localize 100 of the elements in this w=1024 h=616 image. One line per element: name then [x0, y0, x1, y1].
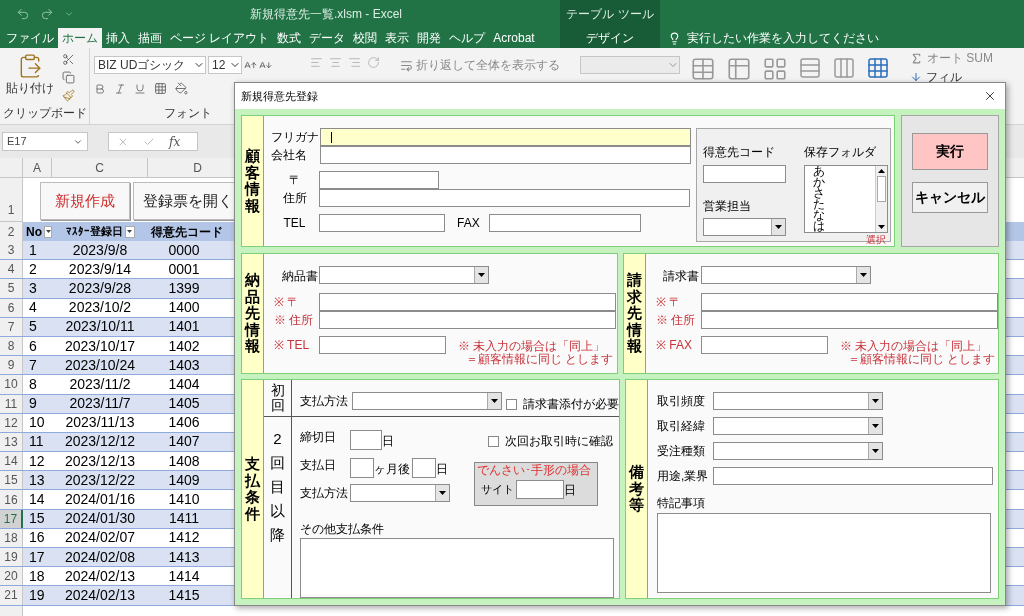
list-item[interactable]: か [813, 177, 875, 188]
ribbon-tab[interactable]: 校閲 [349, 28, 382, 48]
text-field[interactable] [350, 430, 382, 450]
text-area[interactable] [657, 513, 991, 593]
row-header[interactable]: 1 [0, 178, 23, 222]
row-header[interactable]: 15 [0, 471, 23, 490]
border-icon[interactable] [154, 82, 167, 95]
row-header[interactable]: 16 [0, 490, 23, 509]
row-header[interactable]: 3 [0, 241, 23, 260]
scissors-icon[interactable] [62, 53, 75, 66]
function-button[interactable]: fx [169, 132, 181, 151]
column-header[interactable]: A [23, 158, 52, 177]
align-middle-icon[interactable] [329, 56, 342, 69]
dropdown-button[interactable] [868, 393, 882, 409]
tell-me-field[interactable]: 実行したい作業を入力してください [668, 28, 879, 48]
ribbon-tab[interactable]: 挿入 [102, 28, 134, 48]
text-field[interactable] [701, 336, 828, 354]
dropdown-button[interactable] [487, 393, 501, 409]
text-field[interactable] [703, 165, 786, 183]
text-field[interactable] [701, 311, 998, 329]
row-header[interactable]: 5 [0, 279, 23, 298]
row-header[interactable]: 14 [0, 452, 23, 471]
ribbon-tab[interactable]: デザイン [560, 28, 660, 48]
bold-icon[interactable] [94, 82, 106, 95]
text-field[interactable] [319, 189, 690, 207]
column-header[interactable]: C [52, 158, 148, 177]
underline-icon[interactable] [134, 82, 146, 95]
scrollbar[interactable] [875, 166, 887, 232]
run-button[interactable]: 実行 [912, 133, 989, 170]
filter-button[interactable] [124, 225, 135, 238]
text-field[interactable] [320, 128, 691, 146]
text-field[interactable] [350, 458, 374, 478]
fill-color-icon[interactable] [175, 82, 188, 95]
text-field[interactable] [319, 171, 439, 189]
brush-icon[interactable] [62, 89, 75, 102]
dropdown-button[interactable] [435, 485, 449, 501]
ribbon-tab[interactable]: ページ レイアウト [166, 28, 274, 48]
copy-icon[interactable] [62, 71, 75, 84]
table-icon[interactable] [726, 56, 752, 82]
close-icon[interactable] [983, 89, 997, 103]
list-item[interactable]: た [813, 199, 875, 210]
text-field[interactable] [516, 480, 564, 499]
table-icon[interactable] [690, 56, 716, 82]
ribbon-tab[interactable]: 描画 [134, 28, 166, 48]
undo-icon[interactable] [16, 7, 30, 21]
ribbon-tab[interactable]: 表示 [381, 28, 414, 48]
align-top-icon[interactable] [310, 56, 323, 69]
grid-icon[interactable] [762, 56, 788, 82]
text-field[interactable] [319, 311, 616, 329]
redo-icon[interactable] [40, 7, 54, 21]
dropdown-button[interactable] [474, 267, 488, 283]
cancel-button[interactable]: キャンセル [912, 182, 989, 213]
ribbon-tab[interactable]: ファイル [2, 28, 58, 48]
row-header[interactable]: 2 [0, 222, 23, 241]
customize-icon[interactable] [64, 9, 74, 19]
ribbon-tab[interactable]: 開発 [413, 28, 446, 48]
row-header[interactable]: 19 [0, 548, 23, 567]
autosum-button[interactable]: オート SUM [910, 49, 993, 67]
font-name-dropdown[interactable]: BIZ UDゴシック [94, 56, 206, 74]
checkbox[interactable] [488, 435, 499, 447]
text-field[interactable] [713, 467, 993, 485]
wrap-text-button[interactable]: 折り返して全体を表示する [400, 56, 560, 74]
text-field[interactable] [320, 146, 691, 164]
ribbon-tab[interactable]: データ [305, 28, 350, 48]
ribbon-tab[interactable]: 数式 [273, 28, 306, 48]
text-field[interactable] [319, 214, 445, 232]
list-box[interactable]: あ か さ た な は [804, 165, 888, 233]
text-field[interactable] [701, 293, 998, 311]
dropdown-button[interactable] [868, 443, 882, 459]
row-header[interactable]: 9 [0, 356, 23, 375]
columns-icon[interactable] [832, 56, 856, 80]
paste-button[interactable]: 貼り付け [6, 53, 54, 104]
font-size-dropdown[interactable]: 12 [208, 56, 242, 74]
dropdown-button[interactable] [868, 418, 882, 434]
fill-button[interactable]: フィル [910, 68, 993, 86]
checkbox[interactable] [506, 398, 517, 410]
ribbon-tab[interactable]: ホーム [58, 28, 102, 48]
sheet-button[interactable]: 新規作成 [40, 182, 130, 220]
name-box[interactable]: E17 [2, 132, 88, 151]
dropdown-button[interactable] [856, 267, 870, 283]
italic-icon[interactable] [114, 82, 126, 95]
ribbon-tab[interactable]: Acrobat [489, 28, 539, 48]
ribbon-tab[interactable]: ヘルプ [445, 28, 490, 48]
list-item[interactable]: な [813, 210, 875, 221]
row-header[interactable]: 4 [0, 260, 23, 279]
text-field[interactable] [489, 214, 641, 232]
text-field[interactable] [319, 293, 616, 311]
list-item[interactable]: さ [813, 188, 875, 199]
text-field[interactable] [412, 458, 436, 478]
list-item[interactable]: あ [813, 166, 875, 177]
align-bottom-icon[interactable] [348, 56, 361, 69]
row-header[interactable]: 20 [0, 567, 23, 586]
grid-icon[interactable] [866, 56, 890, 80]
rows-icon[interactable] [798, 56, 822, 80]
dropdown-button[interactable] [771, 219, 785, 235]
row-header[interactable]: 10 [0, 375, 23, 394]
list-item[interactable]: は [813, 221, 875, 232]
text-area[interactable] [300, 538, 614, 598]
row-header[interactable]: 21 [0, 586, 23, 605]
text-field[interactable] [319, 336, 446, 354]
